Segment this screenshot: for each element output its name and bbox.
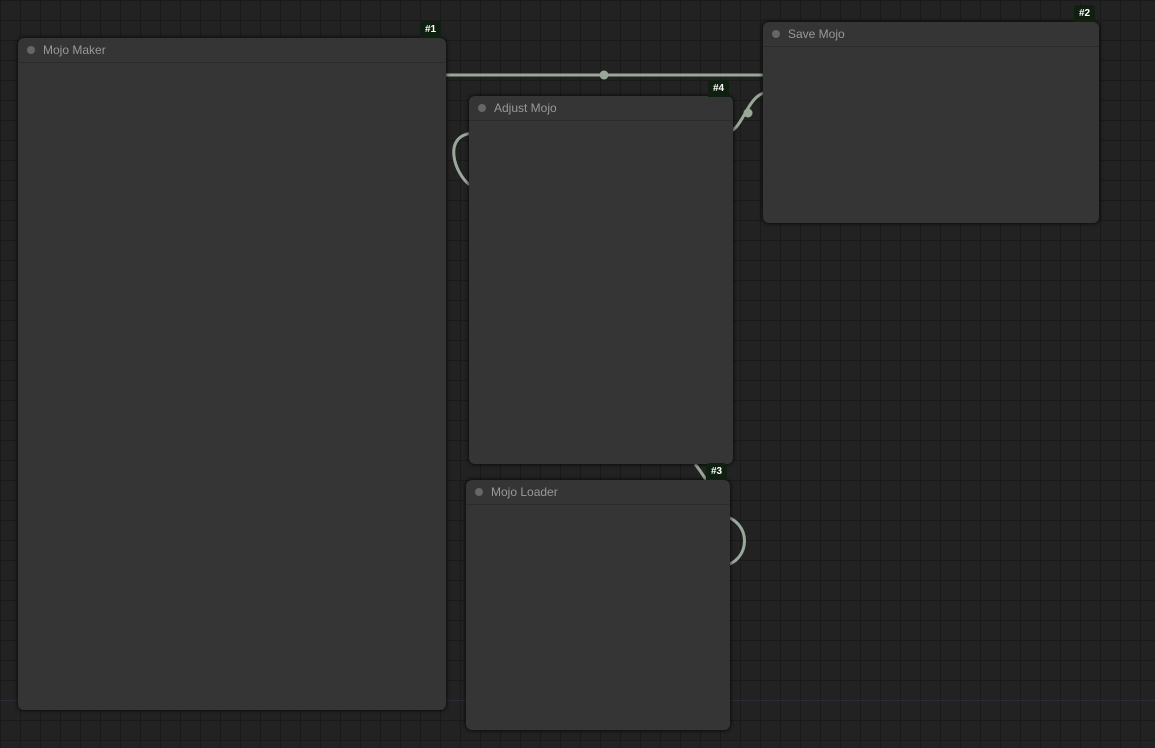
node-title: Mojo Maker xyxy=(43,43,106,57)
node-title-bar[interactable]: Mojo Loader xyxy=(466,480,730,505)
node-collapse-dot[interactable] xyxy=(772,30,780,38)
node-collapse-dot[interactable] xyxy=(475,488,483,496)
node-id-badge: #3 xyxy=(706,463,728,480)
link-midpoint-handle[interactable] xyxy=(599,70,609,80)
node-id-badge: #1 xyxy=(420,21,442,38)
node-title: Save Mojo xyxy=(788,27,845,41)
node-id-badge: #4 xyxy=(708,80,730,97)
node-id-badge: #2 xyxy=(1074,5,1096,22)
node-title: Mojo Loader xyxy=(491,485,558,499)
node-save-mojo[interactable]: Save Mojo xyxy=(763,22,1099,223)
node-title-bar[interactable]: Adjust Mojo xyxy=(469,96,733,121)
link-into-loader[interactable] xyxy=(693,463,708,481)
node-collapse-dot[interactable] xyxy=(27,46,35,54)
node-title: Adjust Mojo xyxy=(494,101,557,115)
node-title-bar[interactable]: Mojo Maker xyxy=(18,38,446,63)
node-mojo-loader[interactable]: Mojo Loader xyxy=(466,480,730,730)
node-title-bar[interactable]: Save Mojo xyxy=(763,22,1099,47)
node-mojo-maker[interactable]: Mojo Maker xyxy=(18,38,446,710)
node-collapse-dot[interactable] xyxy=(478,104,486,112)
node-adjust-mojo[interactable]: Adjust Mojo xyxy=(469,96,733,464)
link-midpoint-handle[interactable] xyxy=(743,108,753,118)
